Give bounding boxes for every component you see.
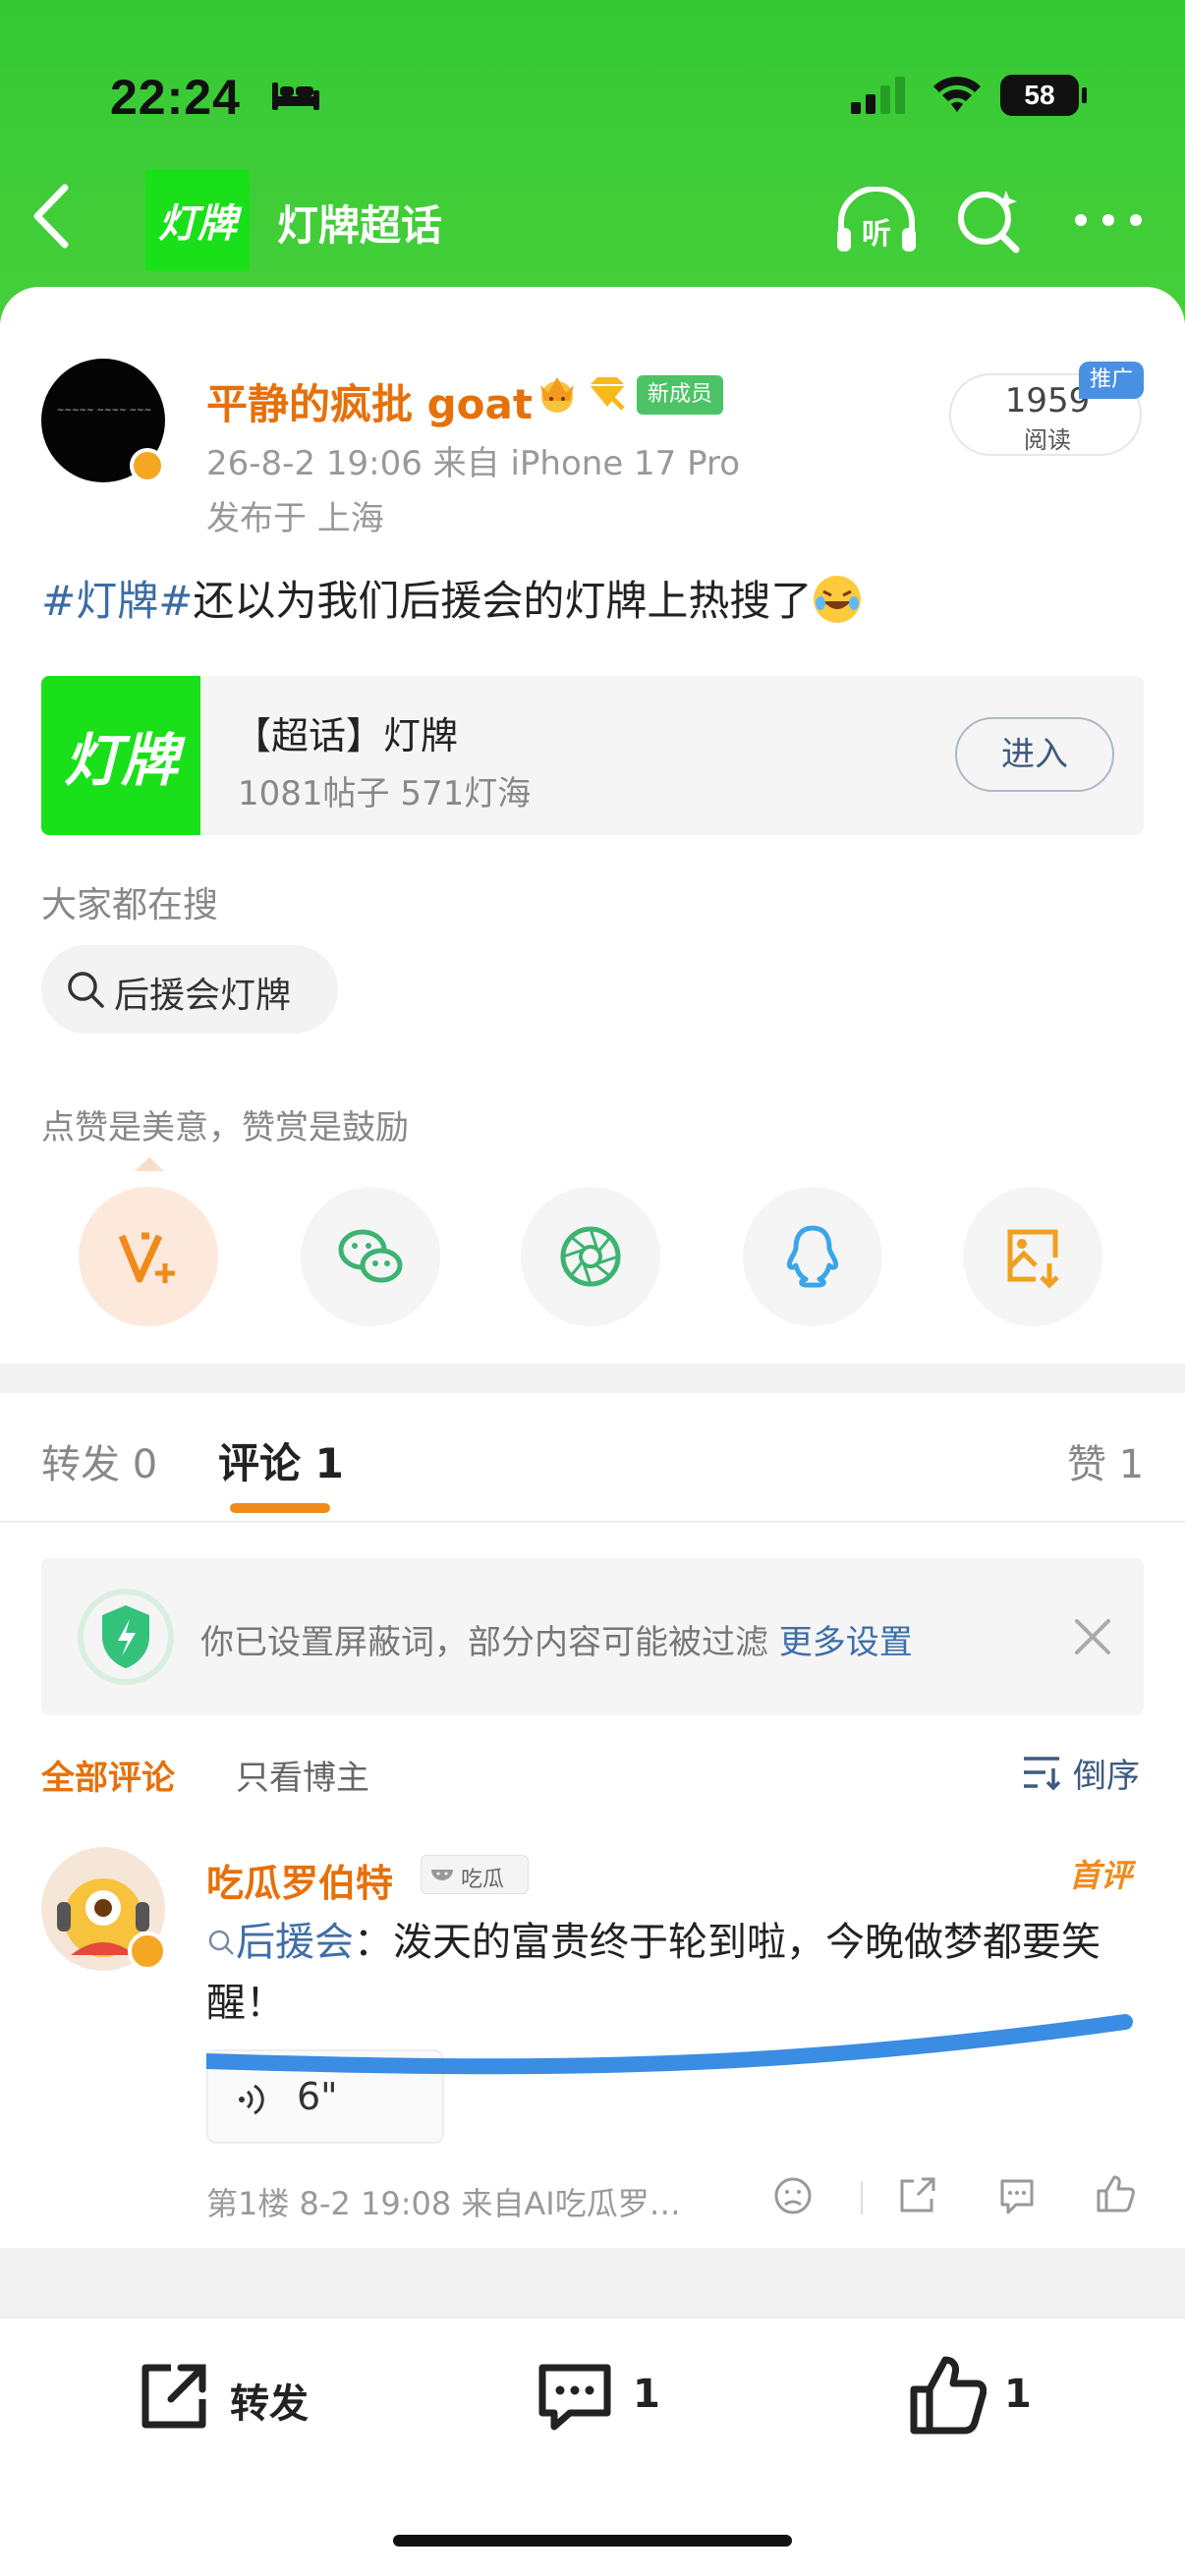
qq-icon bbox=[787, 1225, 838, 1288]
like-icon[interactable] bbox=[1095, 2173, 1136, 2214]
wechat-icon bbox=[338, 1229, 403, 1283]
verified-badge-icon bbox=[128, 1932, 167, 1971]
topic-logo[interactable]: 灯牌 bbox=[145, 169, 250, 271]
avatar-scribble: ~~~~~ ~~~~ ~~~ bbox=[56, 406, 152, 416]
author-name[interactable]: 平静的疯批 goat bbox=[206, 371, 533, 431]
trending-heading: 大家都在搜 bbox=[41, 885, 219, 925]
tab-likes[interactable]: 赞 1 bbox=[1067, 1432, 1144, 1489]
laughing-emoji-icon bbox=[814, 576, 862, 623]
super-topic-card[interactable]: 灯牌 【超话】灯牌 1081帖子 571灯海 进入 bbox=[41, 676, 1144, 835]
comment-icon[interactable] bbox=[996, 2175, 1038, 2216]
super-topic-logo: 灯牌 bbox=[41, 676, 200, 835]
search-icon[interactable] bbox=[955, 187, 1024, 255]
commenter-badge: 吃瓜 bbox=[421, 1855, 529, 1894]
back-arrow-icon[interactable] bbox=[29, 182, 73, 251]
moments-icon bbox=[560, 1226, 621, 1287]
trending-search-text: 后援会灯牌 bbox=[114, 976, 292, 1016]
sort-label[interactable]: 倒序 bbox=[1073, 1749, 1140, 1797]
dislike-icon[interactable] bbox=[772, 2175, 814, 2216]
filter-author-only[interactable]: 只看博主 bbox=[236, 1751, 369, 1799]
active-tab-underline bbox=[230, 1503, 330, 1513]
repost-label[interactable]: 转发 bbox=[230, 2372, 309, 2429]
new-member-badge: 新成员 bbox=[637, 375, 723, 415]
search-icon bbox=[68, 972, 104, 1008]
share-qq-button[interactable] bbox=[743, 1187, 882, 1326]
topic-title[interactable]: 灯牌超话 bbox=[277, 193, 442, 252]
post-time-source: 26-8-2 19:06 来自 iPhone 17 Pro bbox=[206, 444, 741, 483]
like-icon[interactable] bbox=[908, 2354, 987, 2436]
sort-icon[interactable] bbox=[1022, 1755, 1061, 1790]
header-bar bbox=[0, 0, 1185, 324]
comment-icon[interactable] bbox=[536, 2362, 613, 2433]
share-moments-button[interactable] bbox=[521, 1187, 660, 1326]
watermelon-icon bbox=[431, 1870, 453, 1880]
filter-all-comments[interactable]: 全部评论 bbox=[41, 1751, 175, 1799]
action-separator bbox=[861, 2181, 863, 2214]
share-icon[interactable] bbox=[896, 2175, 937, 2216]
post-hashtag[interactable]: #灯牌# bbox=[41, 577, 193, 625]
listen-icon[interactable]: 听 bbox=[833, 187, 920, 257]
battery-indicator: 58 bbox=[1000, 75, 1087, 116]
filter-notice-text: 你已设置屏蔽词，部分内容可能被过滤 更多设置 bbox=[200, 1615, 913, 1663]
commenter-name[interactable]: 吃瓜罗伯特 bbox=[206, 1853, 393, 1907]
trending-search-chip[interactable]: 后援会灯牌 bbox=[41, 945, 338, 1034]
cellular-signal-icon bbox=[851, 77, 905, 114]
diamond-badge-icon bbox=[590, 377, 625, 411]
tab-divider bbox=[0, 1521, 1185, 1523]
svg-text:听: 听 bbox=[862, 217, 891, 252]
super-topic-stats: 1081帖子 571灯海 bbox=[238, 774, 532, 813]
promo-badge: 推广 bbox=[1079, 362, 1144, 399]
sleep-mode-icon bbox=[272, 83, 319, 110]
notice-message: 你已设置屏蔽词，部分内容可能被过滤 bbox=[200, 1623, 779, 1662]
enter-topic-button[interactable]: 进入 bbox=[955, 717, 1114, 792]
reward-v-icon bbox=[118, 1232, 175, 1283]
close-icon[interactable] bbox=[1069, 1613, 1116, 1660]
status-time: 22:24 bbox=[110, 70, 241, 125]
like-count[interactable]: 1 bbox=[1004, 2372, 1032, 2417]
comment-meta: 第1楼 8-2 19:08 来自AI吃瓜罗… bbox=[206, 2185, 681, 2222]
super-topic-title: 【超话】灯牌 bbox=[234, 714, 459, 757]
crown-icon bbox=[540, 377, 574, 413]
comment-topic-link[interactable]: 后援会 bbox=[206, 1920, 354, 1965]
more-options-icon[interactable] bbox=[1071, 210, 1146, 230]
save-image-icon bbox=[1007, 1229, 1059, 1289]
home-indicator bbox=[393, 2535, 792, 2547]
search-icon bbox=[208, 1930, 234, 1955]
post-body: #灯牌#还以为我们后援会的灯牌上热搜了 bbox=[41, 568, 863, 628]
shield-icon bbox=[78, 1589, 174, 1685]
share-wechat-button[interactable] bbox=[301, 1187, 440, 1326]
read-label: 阅读 bbox=[1024, 426, 1071, 454]
reward-hint: 点赞是美意，赞赏是鼓励 bbox=[41, 1108, 409, 1148]
wifi-icon bbox=[933, 77, 981, 112]
scribble-mark bbox=[206, 2014, 1133, 2075]
post-text: 还以为我们后援会的灯牌上热搜了 bbox=[193, 577, 813, 625]
verified-badge-icon bbox=[130, 448, 165, 483]
filter-notice: 你已设置屏蔽词，部分内容可能被过滤 更多设置 bbox=[41, 1558, 1144, 1715]
first-comment-badge: 首评 bbox=[1069, 1857, 1133, 1894]
tab-comments[interactable]: 评论 1 bbox=[218, 1430, 344, 1490]
comment-count[interactable]: 1 bbox=[633, 2372, 660, 2417]
reward-button[interactable] bbox=[79, 1187, 218, 1326]
commenter-badge-text: 吃瓜 bbox=[461, 1868, 505, 1892]
save-image-button[interactable] bbox=[963, 1187, 1102, 1326]
post-location: 发布于 上海 bbox=[206, 499, 384, 538]
comment-topic: 后援会 bbox=[236, 1920, 354, 1965]
tab-reposts[interactable]: 转发 0 bbox=[41, 1432, 157, 1489]
repost-icon[interactable] bbox=[138, 2360, 212, 2433]
more-settings-link[interactable]: 更多设置 bbox=[779, 1623, 913, 1662]
